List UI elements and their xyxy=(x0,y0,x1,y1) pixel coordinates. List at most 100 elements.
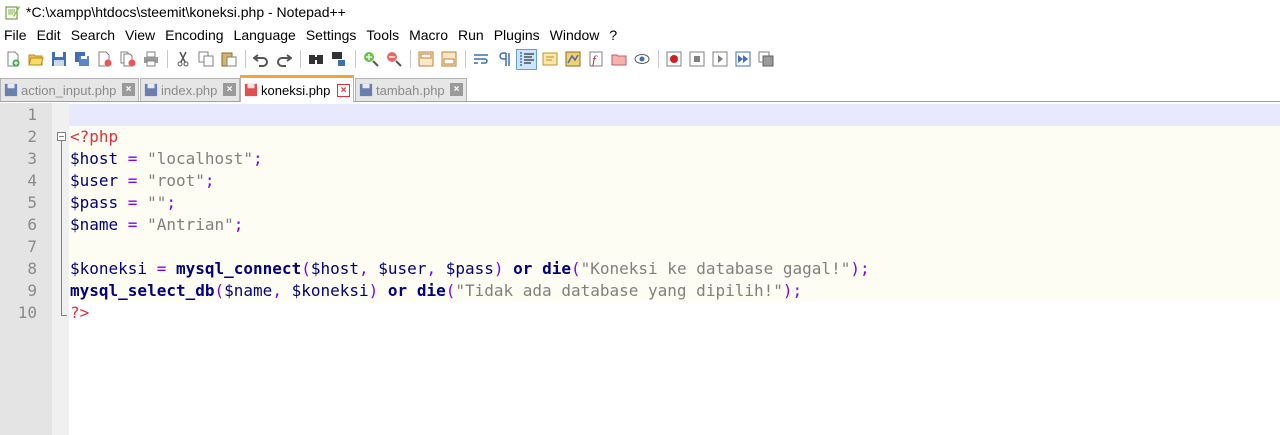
string-literal: "localhost" xyxy=(147,149,254,168)
code-editor[interactable]: 1 2 3 4 5 6 7 8 9 10 <?php $host = "loca… xyxy=(0,103,1280,435)
redo-button[interactable] xyxy=(273,49,294,70)
close-button[interactable] xyxy=(94,49,115,70)
paren: ); xyxy=(782,281,803,300)
cut-button[interactable] xyxy=(172,49,193,70)
save-macro-icon xyxy=(758,51,773,67)
tab-index[interactable]: index.php × xyxy=(140,78,240,101)
menu-settings[interactable]: Settings xyxy=(302,27,363,43)
code-line: mysql_select_db($name, $koneksi) or die(… xyxy=(70,280,802,302)
paste-button[interactable] xyxy=(218,49,239,70)
menu-plugins[interactable]: Plugins xyxy=(490,27,546,43)
close-all-button[interactable] xyxy=(117,49,138,70)
undo-button[interactable] xyxy=(250,49,271,70)
sync-horizontal-button[interactable] xyxy=(438,49,459,70)
save-macro-button[interactable] xyxy=(755,49,776,70)
paren: ) xyxy=(368,281,388,300)
fold-end-marker xyxy=(61,315,67,316)
copy-button[interactable] xyxy=(195,49,216,70)
php-close-tag: ?> xyxy=(70,303,90,322)
save-all-button[interactable] xyxy=(71,49,92,70)
code-line: $host = "localhost"; xyxy=(70,148,263,170)
line-number: 1 xyxy=(27,105,37,124)
function-list-button[interactable]: f xyxy=(585,49,606,70)
run-macro-multiple-button[interactable] xyxy=(732,49,753,70)
find-button[interactable] xyxy=(305,49,326,70)
show-all-chars-button[interactable] xyxy=(493,49,514,70)
paren: ( xyxy=(214,281,225,300)
folder-workspace-button[interactable] xyxy=(608,49,629,70)
user-defined-language-button[interactable] xyxy=(539,49,560,70)
save-button[interactable] xyxy=(48,49,69,70)
indent-guide-button[interactable] xyxy=(516,48,537,70)
menu-macro[interactable]: Macro xyxy=(405,27,454,43)
tab-close-icon[interactable]: × xyxy=(337,84,350,97)
zoom-in-icon xyxy=(363,52,379,67)
tab-tambah[interactable]: tambah.php × xyxy=(355,78,467,101)
replace-icon xyxy=(331,52,345,66)
line-number: 7 xyxy=(27,237,37,256)
print-button[interactable] xyxy=(140,49,161,70)
sync-horizontal-icon xyxy=(441,51,456,67)
variable: $koneksi xyxy=(291,281,369,300)
toolbar-separator xyxy=(658,50,659,68)
tab-action-input[interactable]: action_input.php × xyxy=(0,78,139,101)
tab-close-icon[interactable]: × xyxy=(223,83,236,96)
close-icon xyxy=(98,51,111,67)
document-map-button[interactable] xyxy=(562,49,583,70)
string-literal: "Antrian" xyxy=(147,215,234,234)
print-icon xyxy=(143,51,158,67)
fold-guide-line xyxy=(61,141,62,315)
line-number: 2 xyxy=(27,127,37,146)
find-icon xyxy=(308,55,323,64)
tab-close-icon[interactable]: × xyxy=(122,83,135,96)
variable: $name xyxy=(70,215,119,234)
zoom-out-button[interactable] xyxy=(383,49,404,70)
paren: ( xyxy=(301,259,311,278)
tab-close-icon[interactable]: × xyxy=(450,83,463,96)
monitoring-button[interactable] xyxy=(631,49,652,70)
fold-toggle-icon[interactable] xyxy=(57,132,66,141)
variable: $pass xyxy=(70,193,119,212)
tab-koneksi[interactable]: koneksi.php × xyxy=(240,75,354,102)
indent-guide-icon xyxy=(519,52,534,66)
stop-macro-button[interactable] xyxy=(686,49,707,70)
word-wrap-icon xyxy=(473,54,488,64)
operator: = xyxy=(118,193,148,212)
menu-encoding[interactable]: Encoding xyxy=(161,27,229,43)
menu-edit[interactable]: Edit xyxy=(33,27,67,43)
unsaved-file-icon xyxy=(244,83,258,97)
paren: ); xyxy=(850,259,870,278)
line-number: 8 xyxy=(27,259,37,278)
keyword: die xyxy=(416,281,446,300)
semicolon: ; xyxy=(233,215,244,234)
menu-window[interactable]: Window xyxy=(546,27,606,43)
saved-file-icon xyxy=(359,83,373,97)
menu-help[interactable]: ? xyxy=(605,27,623,43)
menu-run[interactable]: Run xyxy=(454,27,490,43)
toolbar: f xyxy=(0,46,1280,72)
function-list-icon: f xyxy=(589,51,602,67)
menu-file[interactable]: File xyxy=(0,27,33,43)
record-macro-button[interactable] xyxy=(663,49,684,70)
word-wrap-button[interactable] xyxy=(470,49,491,70)
menu-language[interactable]: Language xyxy=(230,27,302,43)
new-file-icon xyxy=(7,51,19,67)
zoom-in-button[interactable] xyxy=(360,49,381,70)
menu-search[interactable]: Search xyxy=(67,27,121,43)
string-literal: "Tidak ada database yang dipilih!" xyxy=(455,281,783,300)
sync-vertical-button[interactable] xyxy=(415,49,436,70)
play-macro-button[interactable] xyxy=(709,49,730,70)
menu-view[interactable]: View xyxy=(121,27,161,43)
string-literal: "Koneksi ke database gagal!" xyxy=(580,259,851,278)
comma: , xyxy=(426,259,446,278)
menu-tools[interactable]: Tools xyxy=(362,27,405,43)
tab-label: action_input.php xyxy=(21,82,117,98)
open-file-button[interactable] xyxy=(25,49,46,70)
open-file-icon xyxy=(27,54,44,66)
new-file-button[interactable] xyxy=(2,49,23,70)
string-literal: "root" xyxy=(147,171,205,190)
toolbar-separator xyxy=(410,50,411,68)
save-all-icon xyxy=(74,52,89,66)
replace-button[interactable] xyxy=(328,49,349,70)
